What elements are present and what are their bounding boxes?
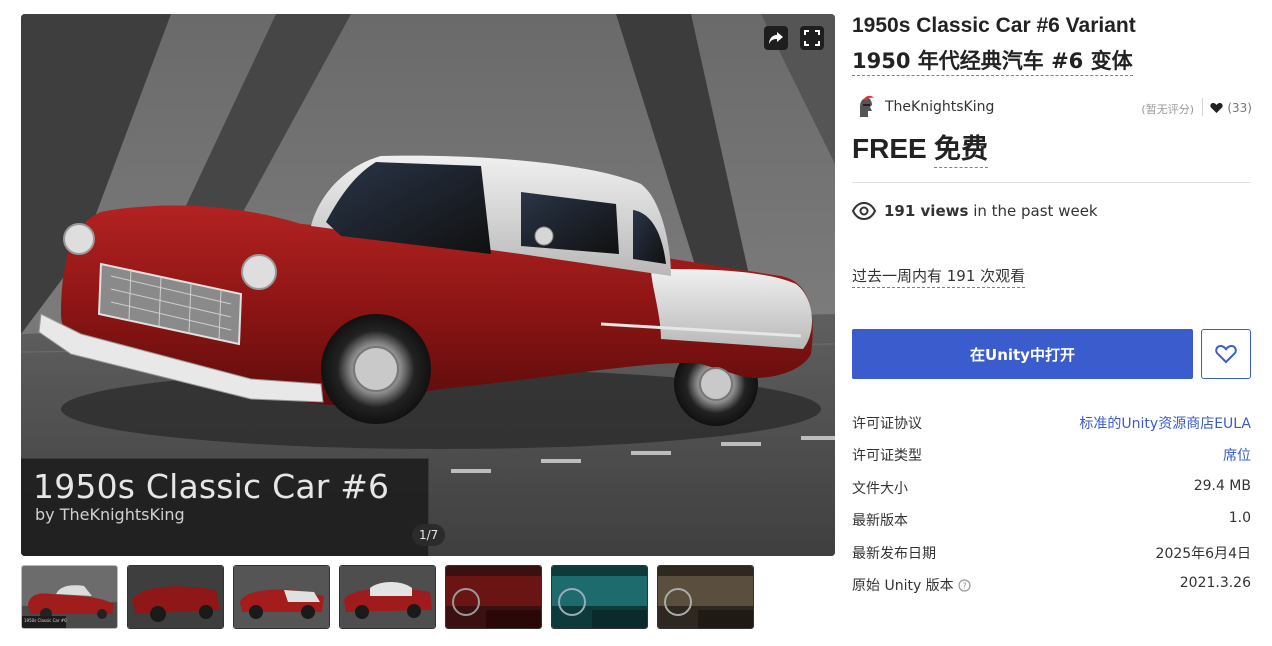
- fullscreen-icon: [804, 30, 820, 46]
- heart-outline-icon: [1215, 344, 1237, 364]
- detail-row-release-date: 最新发布日期 2025年6月4日: [852, 541, 1251, 563]
- detail-label: 许可证类型: [852, 448, 922, 464]
- knight-avatar[interactable]: [854, 95, 876, 119]
- thumbnail-7[interactable]: [657, 565, 754, 629]
- thumb-caption: 1950s Classic Car #6: [24, 618, 67, 623]
- eye-icon: [852, 202, 876, 220]
- detail-row-latest-version: 最新版本 1.0: [852, 508, 1251, 530]
- thumbnail-1[interactable]: 1950s Classic Car #6: [21, 565, 118, 629]
- thumbnail-5[interactable]: [445, 565, 542, 629]
- thumbnail-3[interactable]: [233, 565, 330, 629]
- license-agreement-link[interactable]: 标准的Unity资源商店EULA: [1079, 413, 1251, 433]
- views-count: 191 views: [884, 202, 969, 220]
- help-circle-icon[interactable]: ?: [958, 579, 971, 592]
- product-title-translation: 1950 年代经典汽车 #6 变体: [852, 47, 1133, 76]
- detail-label: 最新版本: [852, 513, 908, 529]
- views-suffix: in the past week: [968, 202, 1098, 220]
- thumbnail-6[interactable]: [551, 565, 648, 629]
- detail-row-file-size: 文件大小 29.4 MB: [852, 476, 1251, 498]
- detail-label: 最新发布日期: [852, 546, 936, 562]
- price: FREE: [852, 133, 927, 164]
- detail-value: 29.4 MB: [1193, 478, 1251, 494]
- fullscreen-button[interactable]: [800, 26, 824, 50]
- detail-label: 文件大小: [852, 481, 908, 497]
- detail-label: 许可证协议: [852, 416, 922, 432]
- detail-value: 2021.3.26: [1179, 575, 1251, 591]
- favorites-count: (33): [1227, 101, 1252, 115]
- thumbnail-2[interactable]: [127, 565, 224, 629]
- detail-label: 原始 Unity 版本: [852, 578, 954, 594]
- rating-status: (暂无评分): [1141, 103, 1194, 116]
- product-title: 1950s Classic Car #6 Variant: [852, 14, 1136, 37]
- detail-value: 2025年6月4日: [1155, 546, 1251, 562]
- divider: [852, 182, 1251, 183]
- publisher-row: TheKnightsKing (暂无评分) (33): [852, 95, 1252, 121]
- share-icon: [769, 32, 783, 44]
- license-type-link[interactable]: 席位: [1223, 445, 1251, 465]
- detail-value: 1.0: [1228, 510, 1251, 526]
- views-text: 191 views in the past week: [884, 202, 1098, 220]
- caption-title: 1950s Classic Car #6: [33, 467, 390, 506]
- detail-row-unity-version: 原始 Unity 版本? 2021.3.26: [852, 573, 1251, 595]
- views-translation: 过去一周内有 191 次观看: [852, 266, 1026, 288]
- open-in-unity-button[interactable]: 在Unity中打开: [852, 329, 1193, 379]
- detail-row-license-type: 许可证类型 席位: [852, 443, 1251, 465]
- share-button[interactable]: [764, 26, 788, 50]
- price-translation: 免费: [934, 133, 988, 168]
- detail-label-wrap: 原始 Unity 版本?: [852, 575, 971, 595]
- image-counter: 1/7: [412, 524, 446, 546]
- svg-text:?: ?: [962, 582, 966, 591]
- publisher-link[interactable]: TheKnightsKing: [885, 99, 994, 115]
- rating-divider: [1202, 98, 1203, 116]
- thumbnail-4[interactable]: [339, 565, 436, 629]
- add-to-wishlist-button[interactable]: [1201, 329, 1251, 379]
- main-preview-image[interactable]: 1950s Classic Car #6 by TheKnightsKing 1…: [21, 14, 835, 556]
- heart-icon: [1210, 103, 1223, 113]
- caption-author: by TheKnightsKing: [35, 505, 185, 524]
- image-caption-box: 1950s Classic Car #6 by TheKnightsKing: [21, 458, 429, 556]
- detail-row-license-agreement: 许可证协议 标准的Unity资源商店EULA: [852, 411, 1251, 433]
